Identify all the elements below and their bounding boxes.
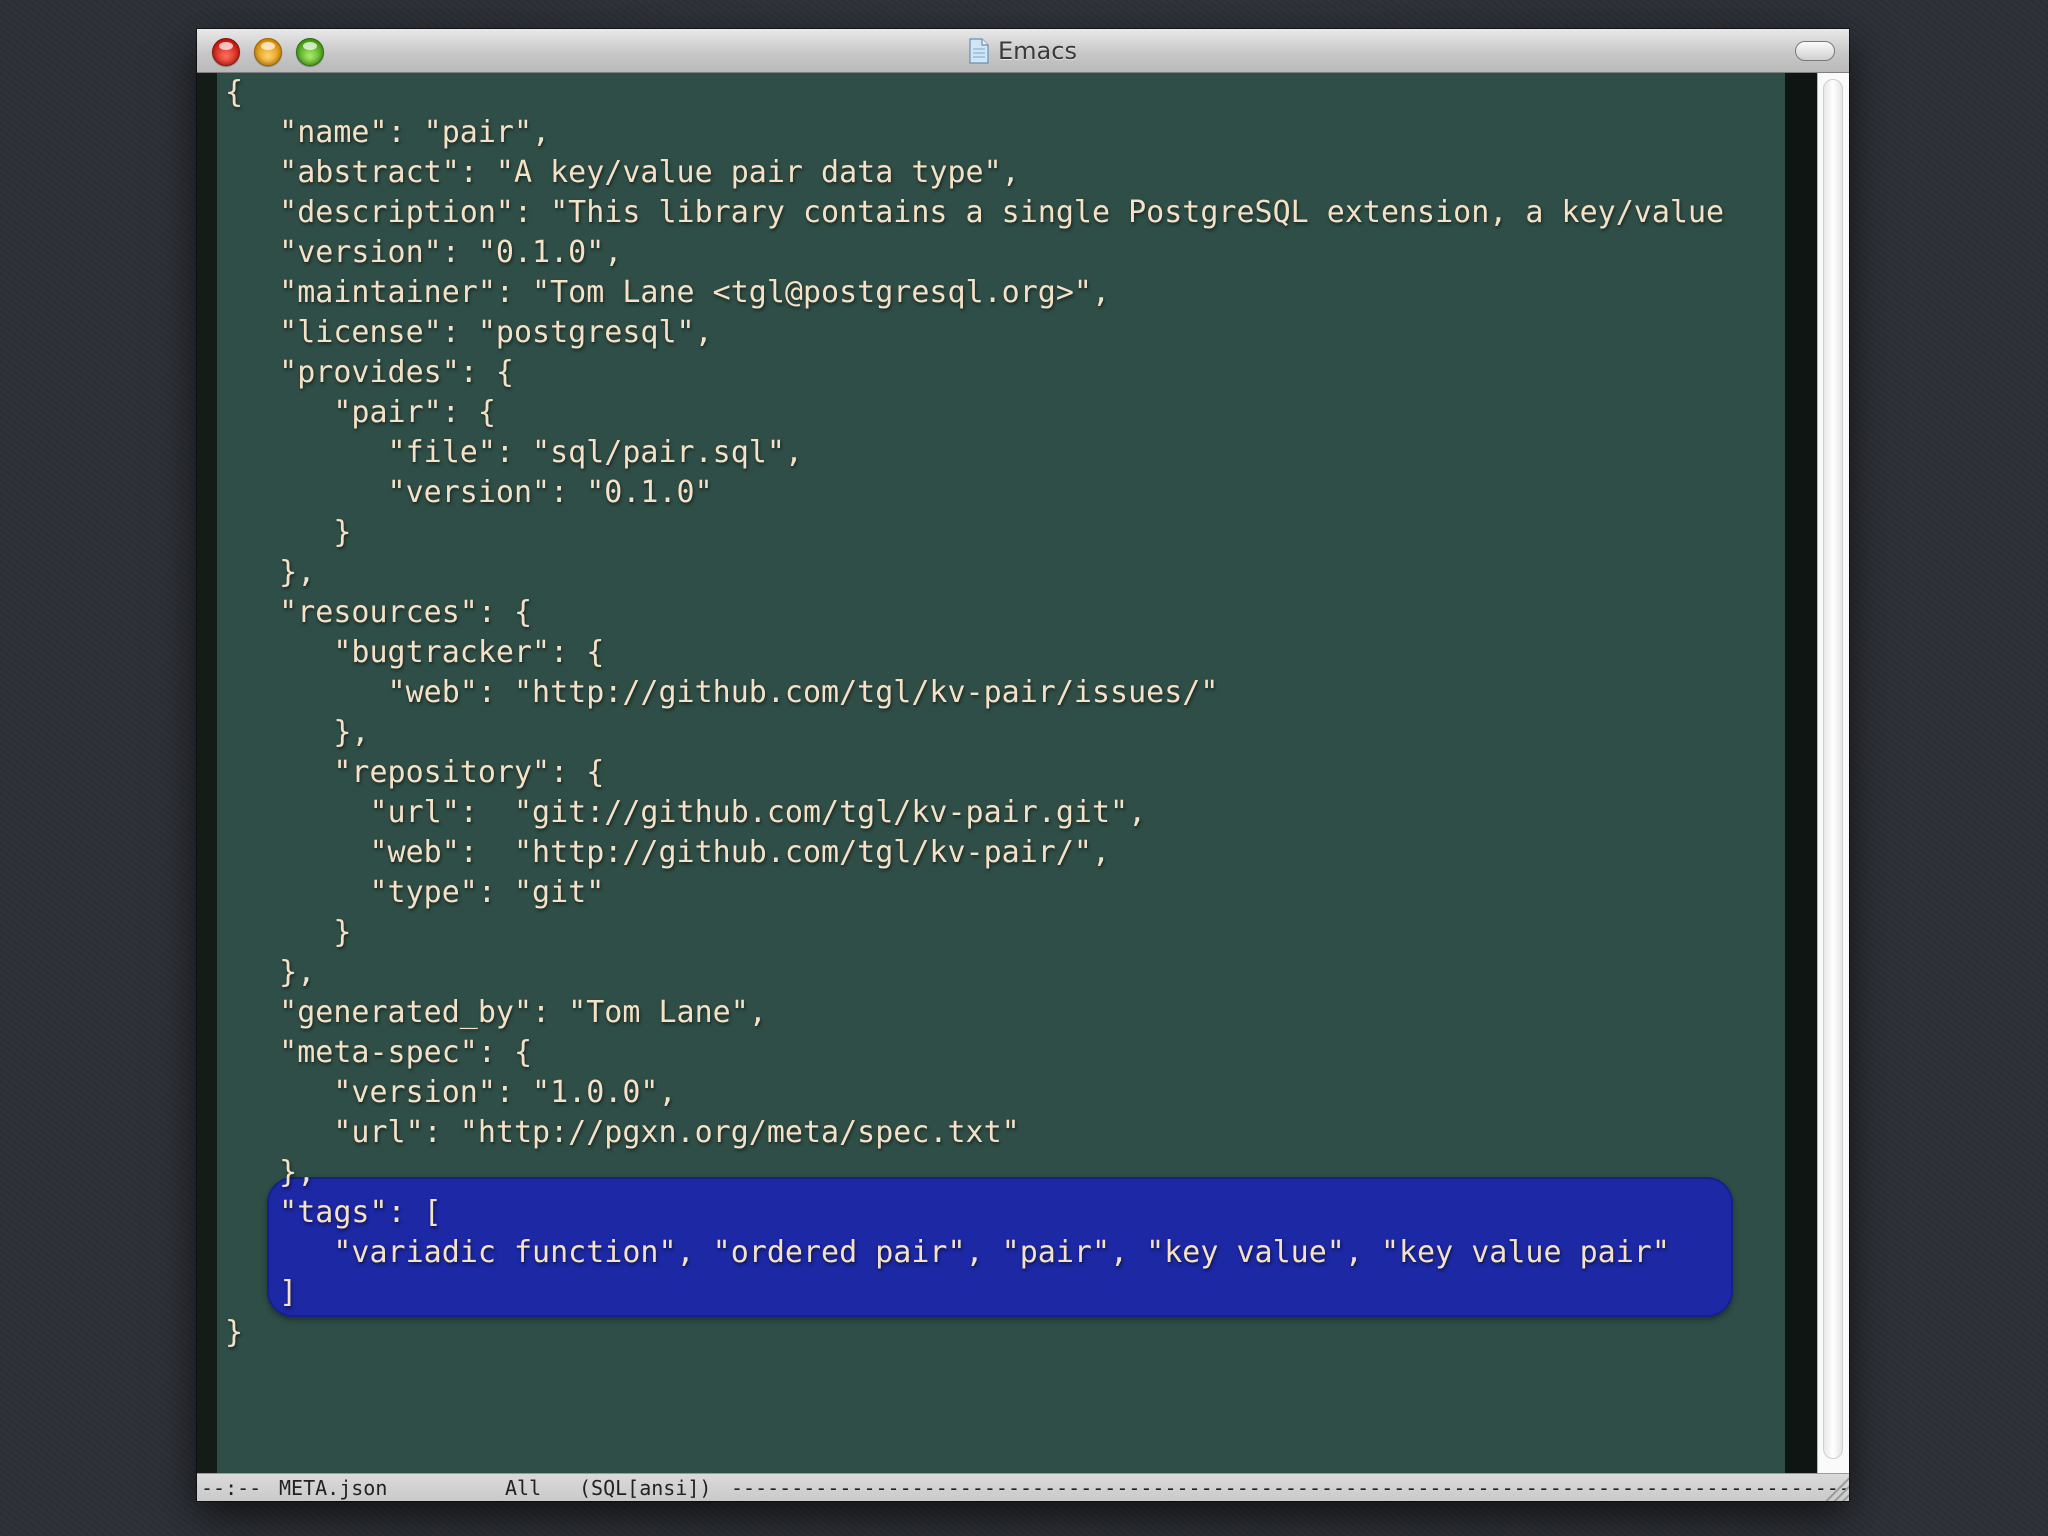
code-line[interactable]: }: [225, 913, 1785, 953]
code-line[interactable]: "meta-spec": {: [225, 1033, 1785, 1073]
code-line[interactable]: {: [225, 73, 1785, 113]
code-line[interactable]: "license": "postgresql",: [225, 313, 1785, 353]
code-line[interactable]: },: [225, 1153, 1785, 1193]
window-title: Emacs: [998, 36, 1077, 65]
code-line[interactable]: }: [225, 513, 1785, 553]
code-line[interactable]: "generated_by": "Tom Lane",: [225, 993, 1785, 1033]
code-line[interactable]: "type": "git": [225, 873, 1785, 913]
code-line[interactable]: "version": "0.1.0",: [225, 233, 1785, 273]
code-line[interactable]: "bugtracker": {: [225, 633, 1785, 673]
code-line[interactable]: "url": "http://pgxn.org/meta/spec.txt": [225, 1113, 1785, 1153]
code-line[interactable]: "url": "git://github.com/tgl/kv-pair.git…: [225, 793, 1785, 833]
code-line[interactable]: "resources": {: [225, 593, 1785, 633]
scrollbar-thumb[interactable]: [1823, 79, 1843, 1459]
modeline-mode[interactable]: (SQL[ansi]): [579, 1474, 711, 1501]
right-fringe: [1785, 73, 1817, 1473]
code-line[interactable]: },: [225, 953, 1785, 993]
emacs-window: Emacs { "name": "pair", "abstract": "A k…: [197, 29, 1849, 1501]
toolbar-toggle-button[interactable]: [1795, 41, 1835, 61]
code-line[interactable]: ]: [225, 1273, 1785, 1313]
modeline-status: --:--: [201, 1476, 262, 1500]
resize-grip-icon[interactable]: [1821, 1474, 1849, 1501]
code-line[interactable]: "file": "sql/pair.sql",: [225, 433, 1785, 473]
code-line[interactable]: },: [225, 713, 1785, 753]
code-view[interactable]: { "name": "pair", "abstract": "A key/val…: [225, 73, 1785, 1353]
code-line[interactable]: "name": "pair",: [225, 113, 1785, 153]
code-line[interactable]: "version": "1.0.0",: [225, 1073, 1785, 1113]
title-bar[interactable]: Emacs: [197, 29, 1849, 73]
modeline-trailer: ----------------------------------------…: [731, 1476, 1849, 1500]
code-line[interactable]: "tags": [: [225, 1193, 1785, 1233]
code-line[interactable]: "web": "http://github.com/tgl/kv-pair/",: [225, 833, 1785, 873]
mode-line: --:-- META.json All (SQL[ansi]) --------…: [197, 1473, 1849, 1501]
code-line[interactable]: "maintainer": "Tom Lane <tgl@postgresql.…: [225, 273, 1785, 313]
code-line[interactable]: }: [225, 1313, 1785, 1353]
code-line[interactable]: "version": "0.1.0": [225, 473, 1785, 513]
code-line[interactable]: "pair": {: [225, 393, 1785, 433]
code-line[interactable]: "abstract": "A key/value pair data type"…: [225, 153, 1785, 193]
modeline-buffer-name[interactable]: META.json: [279, 1474, 387, 1501]
window-title-area: Emacs: [197, 29, 1849, 72]
code-line[interactable]: "provides": {: [225, 353, 1785, 393]
code-line[interactable]: "description": "This library contains a …: [225, 193, 1785, 233]
modeline-position: All: [505, 1476, 542, 1500]
code-line[interactable]: "variadic function", "ordered pair", "pa…: [225, 1233, 1785, 1273]
code-line[interactable]: "repository": {: [225, 753, 1785, 793]
document-icon: [969, 37, 989, 64]
code-line[interactable]: "web": "http://github.com/tgl/kv-pair/is…: [225, 673, 1785, 713]
left-fringe: [197, 73, 217, 1473]
code-line[interactable]: },: [225, 553, 1785, 593]
